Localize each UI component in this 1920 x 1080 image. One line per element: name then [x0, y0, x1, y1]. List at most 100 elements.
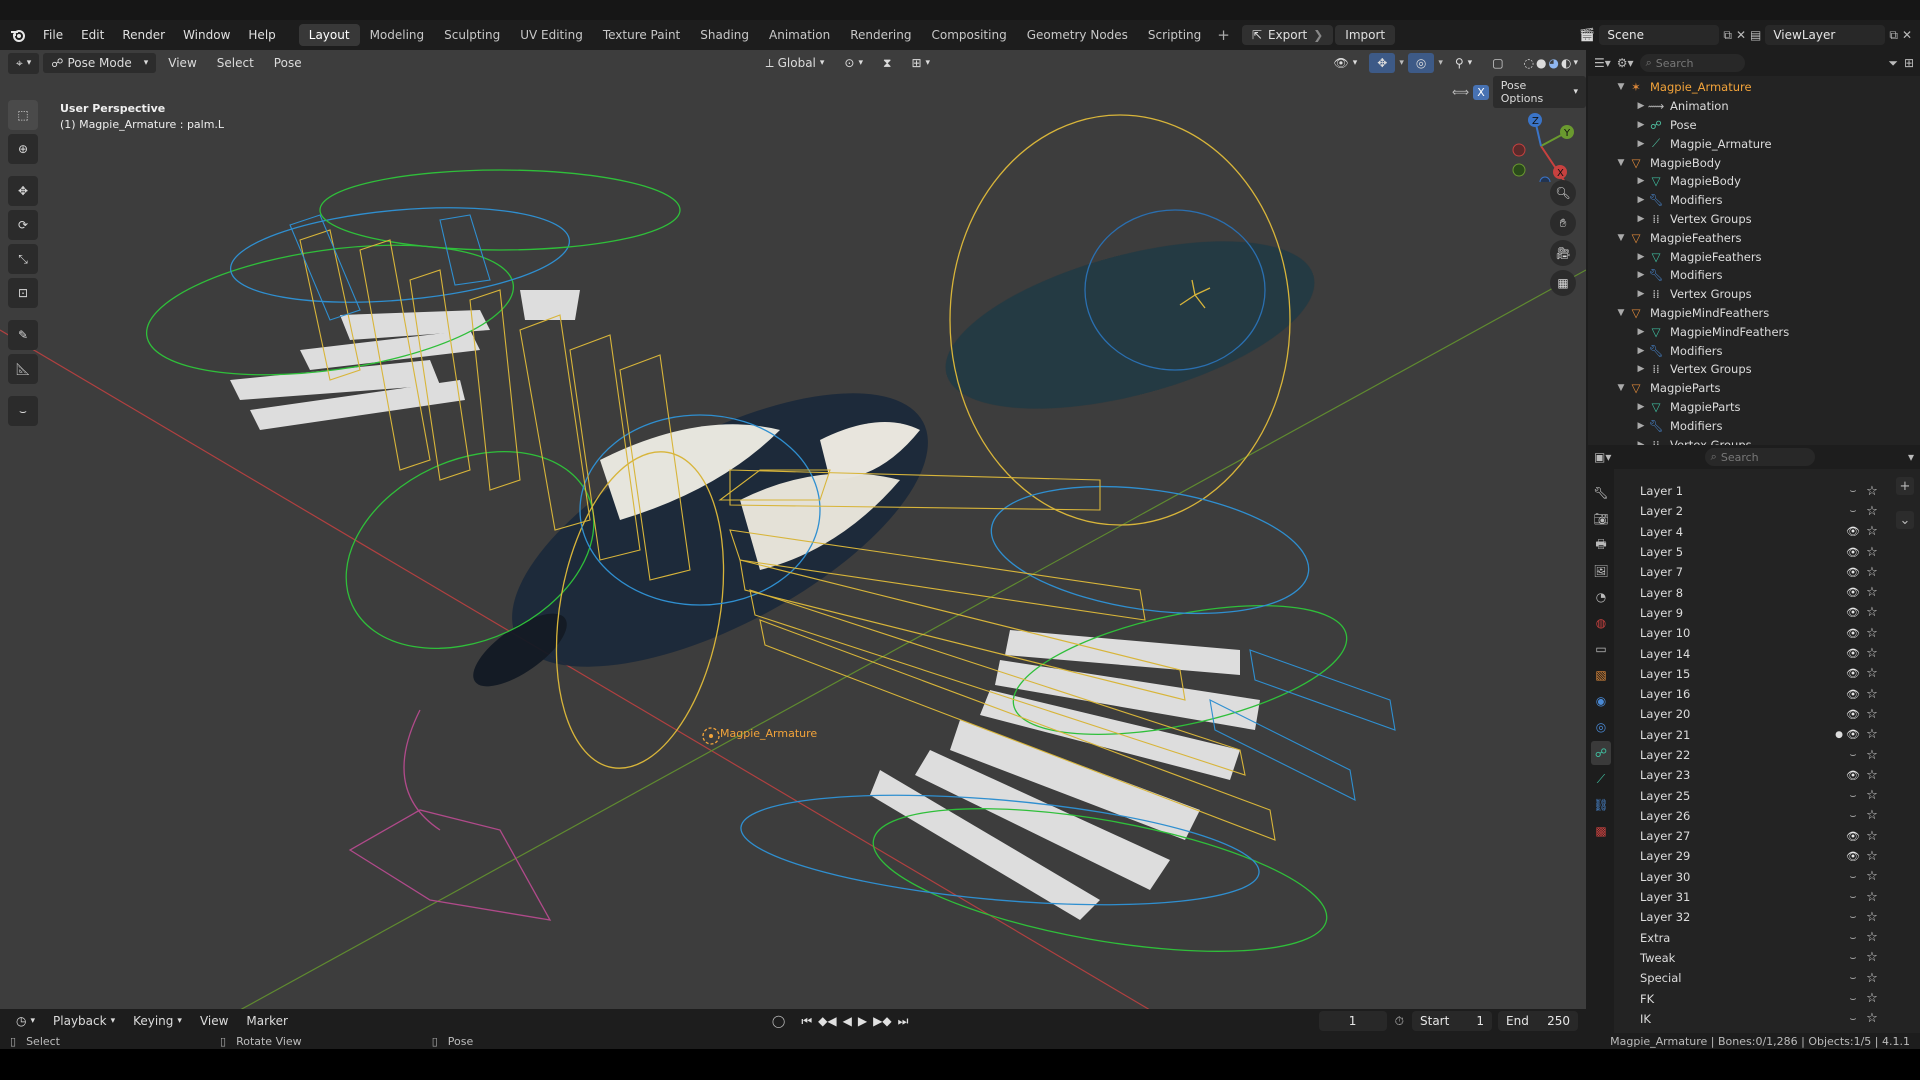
eye-closed-icon[interactable]: ⌣: [1844, 971, 1862, 985]
tab-scripting[interactable]: Scripting: [1138, 24, 1211, 46]
star-icon[interactable]: ☆: [1862, 545, 1882, 560]
star-icon[interactable]: ☆: [1862, 565, 1882, 580]
ortho-toggle-button[interactable]: ▦: [1550, 270, 1576, 296]
cursor-tool[interactable]: ⊕: [8, 134, 38, 164]
bone-collection-row[interactable]: Layer 16 👁︎ ☆: [1632, 684, 1882, 704]
star-icon[interactable]: ☆: [1862, 666, 1882, 681]
chevron-down-icon[interactable]: ▼: [1614, 158, 1628, 168]
star-icon[interactable]: ☆: [1862, 808, 1882, 823]
blender-logo-icon[interactable]: [8, 25, 28, 45]
keying-menu[interactable]: Keying ▾: [125, 1011, 190, 1031]
scene-selector[interactable]: 🎬︎ Scene ⧉ ✕: [1579, 25, 1746, 45]
chevron-right-icon[interactable]: ▶: [1634, 252, 1648, 262]
play-reverse-icon[interactable]: ◀: [843, 1014, 852, 1029]
jump-end-icon[interactable]: ⏭: [898, 1014, 909, 1029]
star-icon[interactable]: ☆: [1862, 971, 1882, 986]
eye-open-icon[interactable]: 👁︎: [1844, 606, 1862, 619]
star-icon[interactable]: ☆: [1862, 585, 1882, 600]
eye-closed-icon[interactable]: ⌣: [1844, 1012, 1862, 1026]
eye-open-icon[interactable]: 👁︎: [1844, 627, 1862, 640]
3d-viewport[interactable]: ⌖ ▾ ☍ Pose Mode ▾ View Select Pose ⟂ Glob…: [0, 50, 1586, 1009]
outliner-row[interactable]: ▼ ✶ Magpie_Armature: [1588, 78, 1920, 97]
bone-collection-row[interactable]: Layer 31 ⌣ ☆: [1632, 887, 1882, 907]
chevron-right-icon[interactable]: ▶: [1634, 346, 1648, 356]
star-icon[interactable]: ☆: [1862, 1011, 1882, 1026]
output-tab-icon[interactable]: 🖶︎: [1591, 533, 1611, 557]
outliner-row[interactable]: ▶ ⁞⁞ Vertex Groups: [1588, 210, 1920, 229]
view-layer-selector[interactable]: ▤ ViewLayer ⧉ ✕: [1750, 25, 1912, 45]
collection-tab-icon[interactable]: ▭: [1591, 637, 1611, 661]
playback-menu[interactable]: Playback ▾: [45, 1011, 123, 1031]
chevron-right-icon[interactable]: ▶: [1634, 214, 1648, 224]
scale-tool[interactable]: ⤡: [8, 244, 38, 274]
star-icon[interactable]: ☆: [1862, 849, 1882, 864]
bone-collection-row[interactable]: Layer 14 👁︎ ☆: [1632, 643, 1882, 663]
select-box-tool[interactable]: ⬚: [8, 100, 38, 130]
outliner-row[interactable]: ▶ 🔧︎ Modifiers: [1588, 191, 1920, 210]
chevron-right-icon[interactable]: ▶: [1634, 402, 1648, 412]
chevron-down-icon[interactable]: ▼: [1614, 82, 1628, 92]
chevron-down-icon[interactable]: ▼: [1614, 383, 1628, 393]
tab-modeling[interactable]: Modeling: [360, 24, 435, 46]
eye-open-icon[interactable]: 👁︎: [1844, 769, 1862, 782]
bone-overlay-toggle[interactable]: ⚲ ▾: [1447, 53, 1480, 73]
tab-shading[interactable]: Shading: [690, 24, 759, 46]
chevron-right-icon[interactable]: ▶: [1634, 421, 1648, 431]
star-icon[interactable]: ☆: [1862, 991, 1882, 1006]
rotate-tool[interactable]: ⟳: [8, 210, 38, 240]
bone-collection-row[interactable]: Extra ⌣ ☆: [1632, 928, 1882, 948]
filter-icon[interactable]: ⏷: [1888, 56, 1898, 71]
eye-open-icon[interactable]: 👁︎: [1844, 850, 1862, 863]
move-tool[interactable]: ✥: [8, 176, 38, 206]
outliner-editor-icon[interactable]: ☰▾: [1594, 56, 1611, 70]
eye-closed-icon[interactable]: ⌣: [1844, 931, 1862, 945]
solid-shading-icon[interactable]: ●: [1536, 56, 1546, 70]
outliner-row[interactable]: ▼ ▽ MagpieMindFeathers: [1588, 304, 1920, 323]
tab-uv-editing[interactable]: UV Editing: [510, 24, 593, 46]
bone-collection-row[interactable]: Layer 21 ● 👁︎ ☆: [1632, 725, 1882, 745]
scene-tab-icon[interactable]: ◔: [1591, 585, 1611, 609]
stopwatch-icon[interactable]: ⏱: [1395, 1014, 1404, 1029]
eye-closed-icon[interactable]: ⌣: [1844, 789, 1862, 803]
mode-dropdown[interactable]: ☍ Pose Mode ▾: [43, 53, 157, 73]
chevron-right-icon[interactable]: ▶: [1634, 176, 1648, 186]
eye-closed-icon[interactable]: ⌣: [1844, 870, 1862, 884]
menu-render[interactable]: Render: [113, 25, 174, 45]
jump-start-icon[interactable]: ⏮: [801, 1014, 812, 1029]
bone-collection-row[interactable]: Layer 30 ⌣ ☆: [1632, 867, 1882, 887]
object-tab-icon[interactable]: ▧: [1591, 663, 1611, 687]
chevron-right-icon[interactable]: ▶: [1634, 270, 1648, 280]
eye-closed-icon[interactable]: ⌣: [1844, 484, 1862, 498]
view-layer-field[interactable]: ViewLayer: [1765, 25, 1886, 45]
eye-open-icon[interactable]: 👁︎: [1844, 546, 1862, 559]
star-icon[interactable]: ☆: [1862, 504, 1882, 519]
eye-open-icon[interactable]: 👁︎: [1844, 525, 1862, 538]
annotate-tool[interactable]: ✎: [8, 320, 38, 350]
outliner-row[interactable]: ▶ ▽ MagpieBody: [1588, 172, 1920, 191]
star-icon[interactable]: ☆: [1862, 626, 1882, 641]
menu-select[interactable]: Select: [209, 53, 262, 73]
start-frame-field[interactable]: Start 1: [1412, 1011, 1492, 1031]
star-icon[interactable]: ☆: [1862, 727, 1882, 742]
star-icon[interactable]: ☆: [1862, 950, 1882, 965]
editor-type-button[interactable]: ⌖ ▾: [8, 52, 40, 74]
bone-collection-row[interactable]: FK ⌣ ☆: [1632, 988, 1882, 1008]
outliner-row[interactable]: ▶ ▽ MagpieFeathers: [1588, 247, 1920, 266]
transform-tool[interactable]: ⊡: [8, 278, 38, 308]
bone-collection-row[interactable]: Layer 25 ⌣ ☆: [1632, 785, 1882, 805]
bone-collection-row[interactable]: Layer 29 👁︎ ☆: [1632, 846, 1882, 866]
pan-button[interactable]: ✋︎: [1550, 210, 1576, 236]
bone-collection-row[interactable]: Layer 26 ⌣ ☆: [1632, 806, 1882, 826]
bone-collection-row[interactable]: Layer 2 ⌣ ☆: [1632, 501, 1882, 521]
import-button[interactable]: Import: [1335, 25, 1396, 45]
new-collection-icon[interactable]: ⊞: [1904, 56, 1914, 70]
end-frame-field[interactable]: End 250: [1498, 1011, 1578, 1031]
tab-compositing[interactable]: Compositing: [921, 24, 1016, 46]
pivot-dropdown[interactable]: ⊙ ▾: [836, 53, 871, 73]
star-icon[interactable]: ☆: [1862, 788, 1882, 803]
snap-toggle[interactable]: ⧗: [875, 53, 899, 74]
eye-open-icon[interactable]: 👁︎: [1844, 708, 1862, 721]
outliner-row[interactable]: ▼ ▽ MagpieParts: [1588, 379, 1920, 398]
chevron-right-icon[interactable]: ▶: [1634, 195, 1648, 205]
gizmo-toggle[interactable]: ✥: [1369, 53, 1396, 73]
